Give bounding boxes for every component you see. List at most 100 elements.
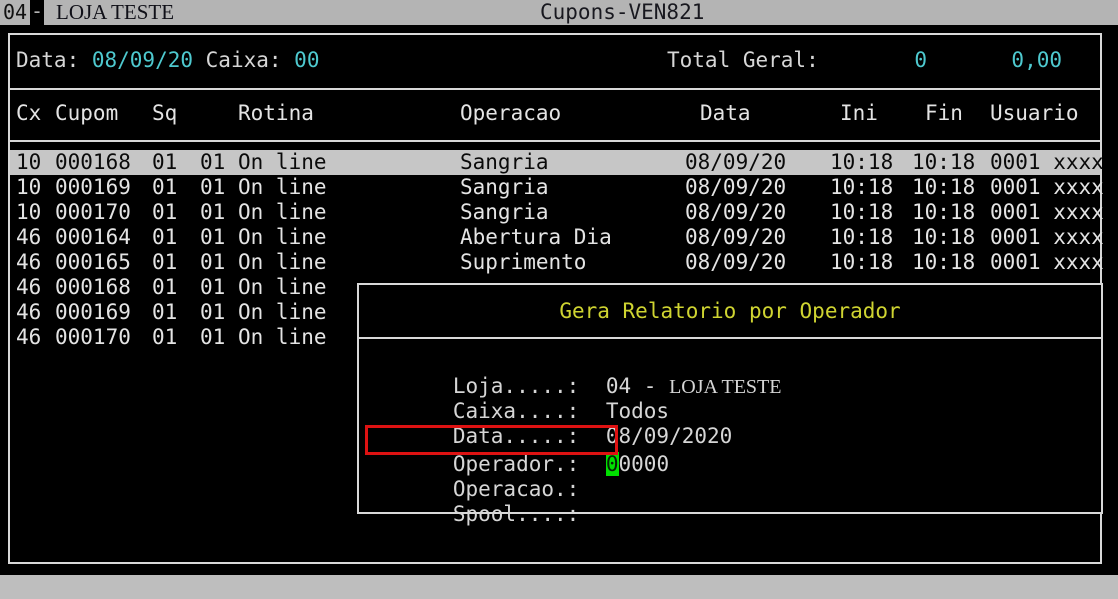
- cell-operacao: Sangria: [460, 175, 685, 200]
- cell-sq: 01: [152, 325, 200, 350]
- col-ini: Ini: [830, 101, 912, 126]
- table-column-header: Cx Cupom Sq Rotina Operacao Data Ini Fin…: [10, 101, 1100, 126]
- date-label: Data:: [16, 48, 92, 72]
- field-spool-label: Spool....:: [453, 502, 606, 527]
- title-bar: 04 - LOJA TESTE Cupons-VEN821: [0, 0, 1118, 25]
- cell-cx: 46: [16, 275, 55, 300]
- total-geral-label: Total Geral:: [667, 48, 819, 73]
- cell-cx: 10: [16, 150, 55, 175]
- cell-ini: 10:18: [830, 175, 912, 200]
- field-spool[interactable]: Spool....:: [377, 477, 606, 502]
- cell-fin: 10:18: [912, 250, 990, 275]
- cell-cupom: 000170: [55, 200, 152, 225]
- cell-operacao: Sangria: [460, 150, 685, 175]
- dialog-title-divider: [359, 337, 1101, 339]
- col-usuario: Usuario: [990, 101, 1100, 126]
- cell-cupom: 000165: [55, 250, 152, 275]
- field-data[interactable]: Data.....:08/09/2020: [377, 399, 732, 424]
- title-bar-main: LOJA TESTE Cupons-VEN821: [44, 0, 1118, 25]
- field-loja[interactable]: Loja.....:04 - LOJA TESTE: [377, 349, 782, 374]
- cell-ini: 10:18: [830, 225, 912, 250]
- cell-sq2: 01: [200, 150, 238, 175]
- date-value: 08/09/20: [92, 48, 193, 72]
- cell-cx: 46: [16, 325, 55, 350]
- field-caixa[interactable]: Caixa....:Todos: [377, 374, 669, 399]
- app-title: Cupons-VEN821: [540, 0, 704, 25]
- col-rotina: Rotina: [238, 101, 460, 126]
- divider-top: [10, 88, 1100, 90]
- col-fin: Fin: [912, 101, 990, 126]
- cell-data: 08/09/20: [685, 250, 830, 275]
- col-sq2: [200, 101, 238, 126]
- table-row[interactable]: 100001690101On lineSangria08/09/2010:181…: [10, 175, 1100, 200]
- cell-sq: 01: [152, 150, 200, 175]
- cell-cx: 46: [16, 250, 55, 275]
- summary-row: Data: 08/09/20 Caixa: 00 Total Geral: 0 …: [10, 48, 1100, 73]
- cell-sq2: 01: [200, 275, 238, 300]
- dialog-title: Gera Relatorio por Operador: [359, 299, 1101, 324]
- cell-operacao: Abertura Dia: [460, 225, 685, 250]
- bottom-bar: [0, 575, 1118, 599]
- field-operacao[interactable]: Operacao.:: [377, 452, 606, 477]
- caixa-value: 00: [294, 48, 319, 72]
- cell-usuario: 0001 xxxx: [990, 175, 1104, 200]
- cell-cx: 10: [16, 175, 55, 200]
- cell-cupom: 000170: [55, 325, 152, 350]
- table-row[interactable]: 100001680101On lineSangria08/09/2010:181…: [10, 150, 1100, 175]
- field-operador[interactable]: Operador.:00000: [377, 427, 669, 452]
- cell-data: 08/09/20: [685, 150, 830, 175]
- cell-data: 08/09/20: [685, 175, 830, 200]
- col-cx: Cx: [16, 101, 55, 126]
- cell-sq: 01: [152, 300, 200, 325]
- total-geral-amount: 0,00: [950, 48, 1062, 73]
- cell-fin: 10:18: [912, 175, 990, 200]
- cell-sq: 01: [152, 250, 200, 275]
- cell-fin: 10:18: [912, 225, 990, 250]
- cell-rotina: On line: [238, 225, 460, 250]
- cell-rotina: On line: [238, 200, 460, 225]
- cell-cupom: 000168: [55, 150, 152, 175]
- cell-ini: 10:18: [830, 200, 912, 225]
- store-code-badge: 04: [0, 0, 30, 25]
- report-dialog: Gera Relatorio por Operador Loja.....:04…: [357, 283, 1103, 514]
- cell-rotina: On line: [238, 250, 460, 275]
- cell-operacao: Sangria: [460, 200, 685, 225]
- table-row[interactable]: 460001650101On lineSuprimento08/09/2010:…: [10, 250, 1100, 275]
- cell-sq2: 01: [200, 250, 238, 275]
- cell-usuario: 0001 xxxx: [990, 250, 1104, 275]
- cell-cx: 10: [16, 200, 55, 225]
- cell-rotina: On line: [238, 150, 460, 175]
- cell-usuario: 0001 xxxx: [990, 200, 1104, 225]
- col-sq: Sq: [152, 101, 200, 126]
- cell-cupom: 000169: [55, 300, 152, 325]
- cell-usuario: 0001 xxxx: [990, 225, 1104, 250]
- divider-header: [10, 140, 1100, 142]
- field-loja-value-name: LOJA TESTE: [669, 376, 781, 398]
- cell-fin: 10:18: [912, 200, 990, 225]
- cell-cupom: 000164: [55, 225, 152, 250]
- cell-sq: 01: [152, 175, 200, 200]
- cell-operacao: Suprimento: [460, 250, 685, 275]
- terminal-screen: 04 - LOJA TESTE Cupons-VEN821 Data: 08/0…: [0, 0, 1118, 599]
- cell-cx: 46: [16, 225, 55, 250]
- cell-sq2: 01: [200, 175, 238, 200]
- cell-sq: 01: [152, 225, 200, 250]
- col-operacao: Operacao: [460, 101, 685, 126]
- store-name-label: LOJA TESTE: [56, 0, 174, 25]
- total-geral-count: 0: [810, 48, 927, 73]
- cell-sq2: 01: [200, 300, 238, 325]
- cell-sq: 01: [152, 275, 200, 300]
- date-caixa-summary: Data: 08/09/20 Caixa: 00: [16, 48, 319, 73]
- operador-input-cursor[interactable]: 0: [606, 452, 619, 476]
- cell-sq2: 01: [200, 225, 238, 250]
- col-data: Data: [685, 101, 830, 126]
- cell-data: 08/09/20: [685, 200, 830, 225]
- cell-ini: 10:18: [830, 150, 912, 175]
- caixa-label: Caixa:: [193, 48, 294, 72]
- cell-ini: 10:18: [830, 250, 912, 275]
- cell-sq: 01: [152, 200, 200, 225]
- cell-cupom: 000168: [55, 275, 152, 300]
- table-row[interactable]: 460001640101On lineAbertura Dia08/09/201…: [10, 225, 1100, 250]
- cell-sq2: 01: [200, 200, 238, 225]
- table-row[interactable]: 100001700101On lineSangria08/09/2010:181…: [10, 200, 1100, 225]
